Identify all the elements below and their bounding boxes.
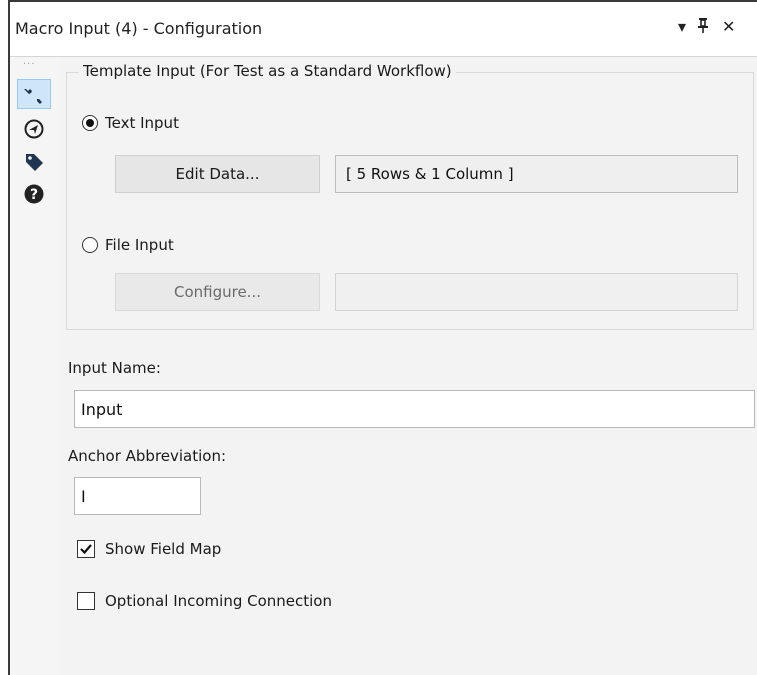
text-input-radio[interactable]: Text Input xyxy=(82,114,179,132)
show-field-map-checkbox[interactable]: Show Field Map xyxy=(77,540,221,558)
window-title: Macro Input (4) - Configuration xyxy=(15,19,263,38)
title-bar: Macro Input (4) - Configuration ▾ ✕ xyxy=(10,2,757,57)
radio-button-selected[interactable] xyxy=(82,115,98,131)
pin-icon[interactable] xyxy=(697,17,709,38)
file-input-path xyxy=(335,273,738,311)
edit-data-button[interactable]: Edit Data... xyxy=(115,155,320,193)
help-glyph: ? xyxy=(24,184,44,204)
radio-button-unselected[interactable] xyxy=(82,237,98,253)
svg-text:?: ? xyxy=(30,187,38,203)
dropdown-icon[interactable]: ▾ xyxy=(678,17,686,37)
navigator-icon[interactable] xyxy=(17,114,51,144)
checkmark-icon xyxy=(80,544,92,555)
configure-button[interactable]: Configure... xyxy=(115,273,320,311)
navigator-glyph xyxy=(24,119,44,139)
radio-dot xyxy=(86,119,94,127)
sidebar-grip: ··· xyxy=(23,59,36,70)
sidebar: ··· ? xyxy=(10,57,60,675)
close-icon[interactable]: ✕ xyxy=(722,17,735,37)
input-name-field[interactable]: Input xyxy=(74,390,755,428)
wrench-glyph xyxy=(24,86,42,104)
input-name-label: Input Name: xyxy=(68,359,161,377)
text-input-summary: [ 5 Rows & 1 Column ] xyxy=(335,155,738,193)
group-legend: Template Input (For Test as a Standard W… xyxy=(79,62,456,80)
show-field-map-label: Show Field Map xyxy=(105,540,222,558)
file-input-label: File Input xyxy=(105,236,174,254)
file-input-radio[interactable]: File Input xyxy=(82,236,174,254)
checkbox-unchecked[interactable] xyxy=(77,592,95,610)
tag-glyph xyxy=(26,154,43,171)
configuration-panel: Macro Input (4) - Configuration ▾ ✕ ··· xyxy=(8,0,757,675)
anchor-abbreviation-label: Anchor Abbreviation: xyxy=(68,447,227,465)
help-icon[interactable]: ? xyxy=(17,179,51,209)
optional-incoming-label: Optional Incoming Connection xyxy=(105,592,332,610)
optional-incoming-checkbox[interactable]: Optional Incoming Connection xyxy=(77,592,332,610)
template-input-group: Template Input (For Test as a Standard W… xyxy=(66,62,754,330)
text-input-label: Text Input xyxy=(105,114,179,132)
anchor-abbreviation-field[interactable]: I xyxy=(74,477,201,515)
pin-glyph xyxy=(698,18,708,33)
wrench-icon[interactable] xyxy=(17,79,51,109)
content-area: Template Input (For Test as a Standard W… xyxy=(60,57,757,675)
tag-icon[interactable] xyxy=(17,147,51,177)
checkbox-checked[interactable] xyxy=(77,540,95,558)
